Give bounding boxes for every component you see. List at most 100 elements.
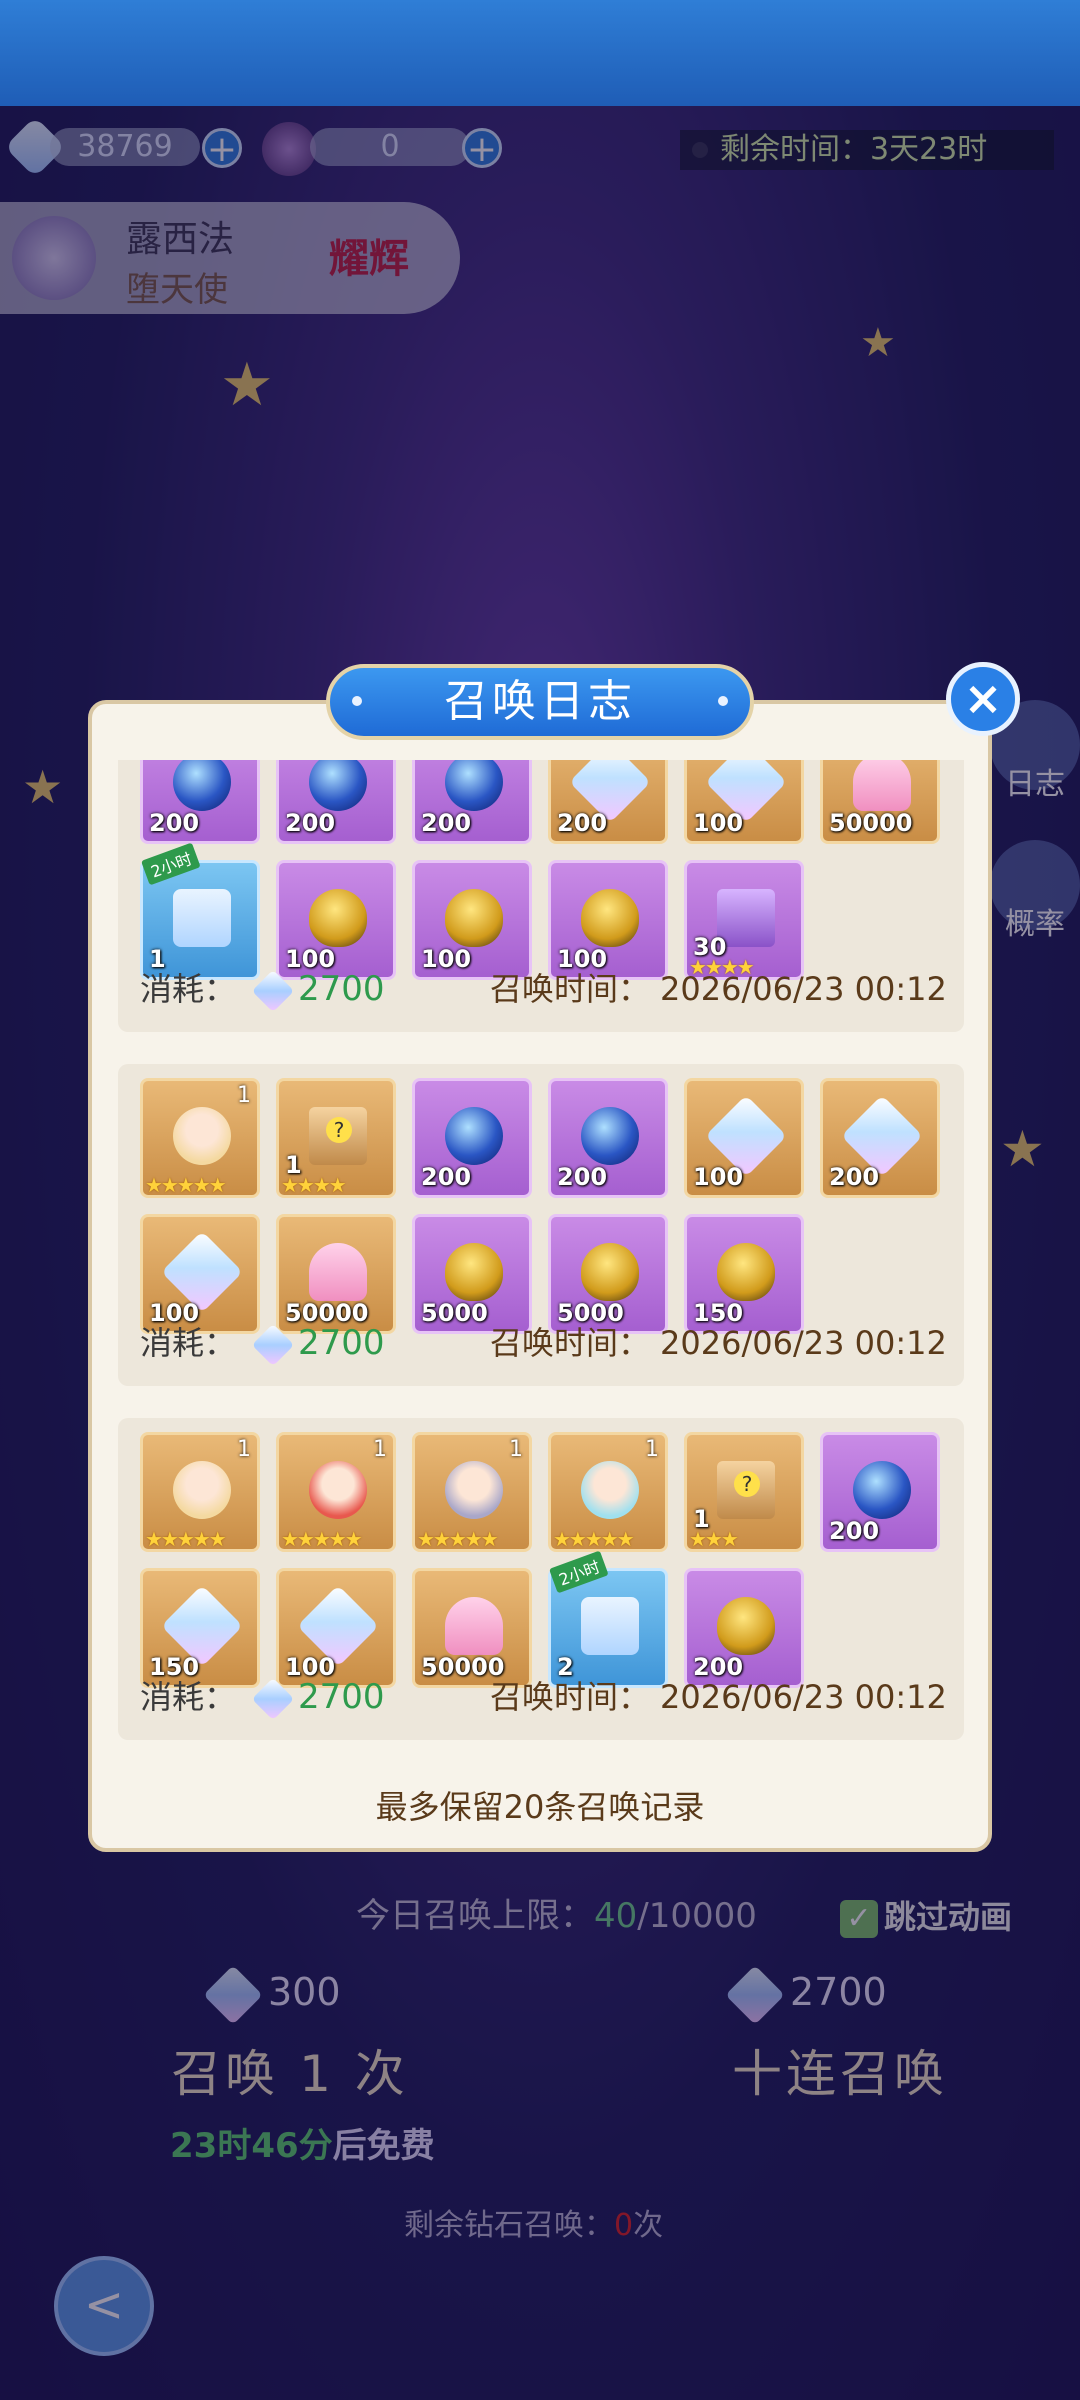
item-quantity: 200	[829, 1163, 880, 1191]
reward-item-face[interactable]: 1 ★★★★★	[276, 1432, 396, 1552]
item-quantity: 200	[557, 809, 608, 837]
reward-item-crystal[interactable]: 100	[684, 1078, 804, 1198]
reward-item-chest[interactable]: 2小时 1	[140, 842, 260, 980]
record-time: 召唤时间： 2026/06/23 00:12	[490, 1672, 947, 1718]
reward-item-crystal[interactable]: 100	[684, 760, 804, 844]
time-value: 2026/06/23 00:12	[660, 970, 947, 1008]
time-label: 召唤时间：	[490, 970, 651, 1008]
orb-icon	[445, 760, 503, 811]
reward-item-egg[interactable]: 5000	[548, 1214, 668, 1334]
reward-item-egg[interactable]: 200	[684, 1568, 804, 1688]
record-cost: 消耗： 2700	[140, 1318, 385, 1367]
orb-icon	[853, 1461, 911, 1519]
egg-icon	[581, 1243, 639, 1301]
title-decoration-dot	[718, 696, 728, 706]
item-quantity: 200	[557, 1163, 608, 1191]
reward-item-egg[interactable]: 5000	[412, 1214, 532, 1334]
reward-item-crystal[interactable]: 200	[820, 1078, 940, 1198]
time-label: 召唤时间：	[490, 1678, 651, 1716]
reward-item-box[interactable]: 1★★★	[684, 1432, 804, 1552]
cost-label: 消耗：	[140, 1678, 237, 1716]
hero-count: 1	[509, 1437, 523, 1462]
reward-item-face[interactable]: 1 ★★★★★	[548, 1432, 668, 1552]
reward-item-egg[interactable]: 100	[412, 860, 532, 980]
reward-item-face[interactable]: 1 ★★★★★	[412, 1432, 532, 1552]
cost-value: 2700	[298, 969, 385, 1009]
heart-icon	[445, 1597, 503, 1655]
box-icon	[309, 1107, 367, 1165]
egg-icon	[717, 1243, 775, 1301]
face-icon	[173, 1107, 231, 1165]
egg-icon	[445, 1243, 503, 1301]
hero-count: 1	[373, 1437, 387, 1462]
rarity-stars: ★★★★★	[145, 1527, 227, 1551]
item-quantity: 200	[149, 809, 200, 837]
box-icon	[717, 1461, 775, 1519]
rarity-stars: ★★★★	[281, 1173, 347, 1197]
crystal-icon	[251, 969, 295, 1013]
reward-item-orb[interactable]: 200	[820, 1432, 940, 1552]
egg-icon	[581, 889, 639, 947]
summon-record: 1★★★★★1★★★★20020010020010050000500050001…	[118, 1064, 964, 1386]
orb-icon	[309, 760, 367, 811]
hero-count: 1	[237, 1083, 251, 1108]
egg-icon	[445, 889, 503, 947]
chest-icon	[173, 889, 231, 947]
face-icon	[309, 1461, 367, 1519]
rarity-stars: ★★★	[689, 1527, 739, 1551]
egg-icon	[717, 1597, 775, 1655]
summon-record: 200 200 200 200 100 50000 2小时 1 100 100 100 30 ★★★★ 消…	[118, 760, 964, 1032]
hero-count: 1	[645, 1437, 659, 1462]
crystal-icon	[251, 1677, 295, 1721]
cost-value: 2700	[298, 1323, 385, 1363]
rarity-stars: ★★★★★	[553, 1527, 635, 1551]
item-quantity: 100	[693, 809, 744, 837]
summon-record: 1 ★★★★★ 1 ★★★★★ 1 ★★★★★ 1 ★★★★★ 1★★★ 200 150100500…	[118, 1418, 964, 1740]
orb-icon	[581, 1107, 639, 1165]
title-decoration-dot	[352, 696, 362, 706]
reward-item-orb[interactable]: 200	[412, 1078, 532, 1198]
reward-item-orb[interactable]: 200	[276, 760, 396, 844]
reward-item-face[interactable]: 1 ★★★★★	[140, 1432, 260, 1552]
cost-label: 消耗：	[140, 1324, 237, 1362]
reward-item-orb[interactable]: 200	[548, 1078, 668, 1198]
reward-item-crystal[interactable]: 100	[276, 1568, 396, 1688]
item-quantity: 100	[693, 1163, 744, 1191]
summon-log-list[interactable]: 200 200 200 200 100 50000 2小时 1 100 100 100 30 ★★★★ 消…	[118, 760, 964, 1760]
heart-icon	[309, 1243, 367, 1301]
reward-item-crystal[interactable]: 150	[140, 1568, 260, 1688]
item-quantity: 200	[285, 809, 336, 837]
hero-count: 1	[237, 1437, 251, 1462]
item-quantity: 100	[421, 945, 472, 973]
reward-item-egg[interactable]: 150	[684, 1214, 804, 1334]
reward-item-chest[interactable]: 2小时 2	[548, 1550, 668, 1688]
cost-label: 消耗：	[140, 970, 237, 1008]
reward-item-egg[interactable]: 100	[548, 860, 668, 980]
reward-item-face[interactable]: 1 ★★★★★	[140, 1078, 260, 1198]
item-quantity: 50000	[829, 809, 913, 837]
rarity-stars: ★★★★★	[281, 1527, 363, 1551]
reward-item-shard[interactable]: 30 ★★★★	[684, 860, 804, 980]
reward-item-crystal[interactable]: 100	[140, 1214, 260, 1334]
record-cost: 消耗： 2700	[140, 1672, 385, 1721]
item-quantity: 200	[829, 1517, 880, 1545]
reward-item-box[interactable]: 1★★★★	[276, 1078, 396, 1198]
dialog-title-text: 召唤日志	[444, 676, 636, 727]
reward-item-egg[interactable]: 100	[276, 860, 396, 980]
crystal-icon	[251, 1323, 295, 1367]
reward-item-heart[interactable]: 50000	[820, 760, 940, 844]
reward-item-heart[interactable]: 50000	[412, 1568, 532, 1688]
reward-item-crystal[interactable]: 200	[548, 760, 668, 844]
record-time: 召唤时间： 2026/06/23 00:12	[490, 1318, 947, 1364]
item-quantity: 5000	[421, 1299, 488, 1327]
close-button[interactable]: ×	[946, 662, 1020, 736]
time-value: 2026/06/23 00:12	[660, 1324, 947, 1362]
reward-item-heart[interactable]: 50000	[276, 1214, 396, 1334]
rarity-stars: ★★★★★	[417, 1527, 499, 1551]
heart-icon	[853, 760, 911, 811]
rarity-stars: ★★★★★	[145, 1173, 227, 1197]
egg-icon	[309, 889, 367, 947]
reward-item-orb[interactable]: 200	[412, 760, 532, 844]
time-label: 召唤时间：	[490, 1324, 651, 1362]
reward-item-orb[interactable]: 200	[140, 760, 260, 844]
